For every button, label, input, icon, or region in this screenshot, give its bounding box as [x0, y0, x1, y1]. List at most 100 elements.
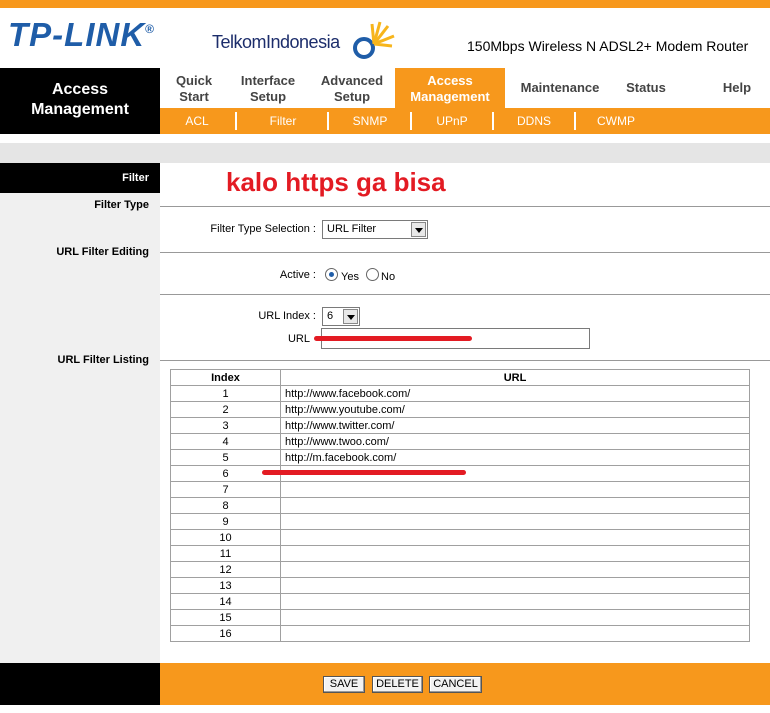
table-row[interactable]: 8	[170, 497, 750, 514]
tab-maintenance[interactable]: Maintenance	[510, 68, 610, 108]
row-url: http://m.facebook.com/	[280, 449, 750, 466]
url-index-label: URL Index :	[258, 310, 316, 322]
telkom-indonesia-logo: TelkomIndonesia	[212, 32, 340, 52]
row-index: 7	[170, 481, 281, 498]
cancel-button[interactable]: CANCEL	[429, 676, 482, 693]
divider	[160, 360, 770, 361]
redaction-mark	[314, 336, 472, 341]
sub-separator	[410, 112, 412, 130]
row-index: 4	[170, 433, 281, 450]
table-header-row: Index URL	[170, 369, 750, 386]
delete-button[interactable]: DELETE	[372, 676, 423, 693]
subtab-cwmp[interactable]: CWMP	[578, 112, 654, 130]
table-row[interactable]: 11	[170, 545, 750, 562]
table-row[interactable]: 10	[170, 529, 750, 546]
divider	[160, 294, 770, 295]
section-filter: Filter	[0, 163, 160, 193]
row-index: 11	[170, 545, 281, 562]
section-url-filter-editing: URL Filter Editing	[56, 246, 149, 258]
row-index: 12	[170, 561, 281, 578]
url-index-select[interactable]: 6	[322, 307, 360, 326]
active-no-radio[interactable]	[366, 268, 379, 281]
tab-quick-start[interactable]: Quick Start	[160, 68, 228, 108]
tp-link-logo: TP-LINK®	[8, 16, 155, 53]
annotation-text: kalo https ga bisa	[226, 167, 446, 197]
sub-separator	[327, 112, 329, 130]
row-index: 14	[170, 593, 281, 610]
table-row[interactable]: 9	[170, 513, 750, 530]
table-row[interactable]: 14	[170, 593, 750, 610]
subtab-acl[interactable]: ACL	[160, 112, 234, 130]
subtab-upnp[interactable]: UPnP	[414, 112, 490, 130]
model-name: 150Mbps Wireless N ADSL2+ Modem Router	[467, 38, 749, 54]
table-row[interactable]: 16	[170, 625, 750, 642]
table-row[interactable]: 3 http://www.twitter.com/	[170, 417, 750, 434]
row-url: http://www.twoo.com/	[280, 433, 750, 450]
subtab-snmp[interactable]: SNMP	[332, 112, 408, 130]
router-admin-page: TP-LINK® TelkomIndonesia 150Mbps Wireles…	[0, 0, 770, 713]
divider	[160, 252, 770, 253]
row-index: 9	[170, 513, 281, 530]
redaction-mark	[262, 470, 466, 475]
column-header-url: URL	[280, 369, 750, 386]
section-title: Access Management	[31, 81, 129, 118]
section-filter-type: Filter Type	[94, 199, 149, 211]
row-url	[280, 577, 750, 594]
chevron-down-icon	[411, 222, 426, 237]
active-no-label: No	[381, 271, 396, 283]
row-index: 8	[170, 497, 281, 514]
filter-type-label: Filter Type Selection :	[210, 223, 316, 235]
row-url	[280, 625, 750, 642]
row-index: 3	[170, 417, 281, 434]
tab-status[interactable]: Status	[614, 68, 678, 108]
subtab-filter[interactable]: Filter	[240, 112, 326, 130]
sub-separator	[574, 112, 576, 130]
tab-interface-setup[interactable]: Interface Setup	[232, 68, 304, 108]
row-url	[280, 481, 750, 498]
footer-left	[0, 663, 160, 705]
table-row[interactable]: 13	[170, 577, 750, 594]
row-url	[280, 593, 750, 610]
row-index: 10	[170, 529, 281, 546]
row-url: http://www.twitter.com/	[280, 417, 750, 434]
sub-separator	[492, 112, 494, 130]
row-url: http://www.facebook.com/	[280, 385, 750, 402]
active-yes-radio[interactable]	[325, 268, 338, 281]
row-url	[280, 545, 750, 562]
tab-access-management[interactable]: Access Management	[395, 68, 505, 108]
table-row[interactable]: 1 http://www.facebook.com/	[170, 385, 750, 402]
filter-type-select[interactable]: URL Filter	[322, 220, 428, 239]
row-index: 13	[170, 577, 281, 594]
tab-advanced-setup[interactable]: Advanced Setup	[312, 68, 392, 108]
table-row[interactable]: 7	[170, 481, 750, 498]
row-index: 16	[170, 625, 281, 642]
active-label: Active :	[279, 269, 316, 281]
tab-help[interactable]: Help	[712, 68, 762, 108]
row-url	[280, 497, 750, 514]
save-button[interactable]: SAVE	[323, 676, 365, 693]
table-row[interactable]: 12	[170, 561, 750, 578]
top-stripe	[0, 0, 770, 8]
url-filter-table: Index URL 1 http://www.facebook.com/ 2 htt…	[170, 369, 750, 642]
url-label: URL	[287, 333, 310, 345]
row-url	[280, 529, 750, 546]
row-url	[280, 609, 750, 626]
table-row[interactable]: 4 http://www.twoo.com/	[170, 433, 750, 450]
left-panel	[0, 163, 160, 663]
row-index: 5	[170, 449, 281, 466]
row-index: 15	[170, 609, 281, 626]
sub-separator	[235, 112, 237, 130]
telkom-logo-mark-icon	[353, 21, 395, 59]
section-url-filter-listing: URL Filter Listing	[57, 354, 149, 366]
row-url: http://www.youtube.com/	[280, 401, 750, 418]
gray-strip	[0, 143, 770, 163]
row-index: 2	[170, 401, 281, 418]
table-row[interactable]: 2 http://www.youtube.com/	[170, 401, 750, 418]
table-row[interactable]: 5 http://m.facebook.com/	[170, 449, 750, 466]
subtab-ddns[interactable]: DDNS	[496, 112, 572, 130]
table-row[interactable]: 15	[170, 609, 750, 626]
row-index: 1	[170, 385, 281, 402]
column-header-index: Index	[170, 369, 281, 386]
active-yes-label: Yes	[341, 271, 359, 283]
row-url	[280, 513, 750, 530]
